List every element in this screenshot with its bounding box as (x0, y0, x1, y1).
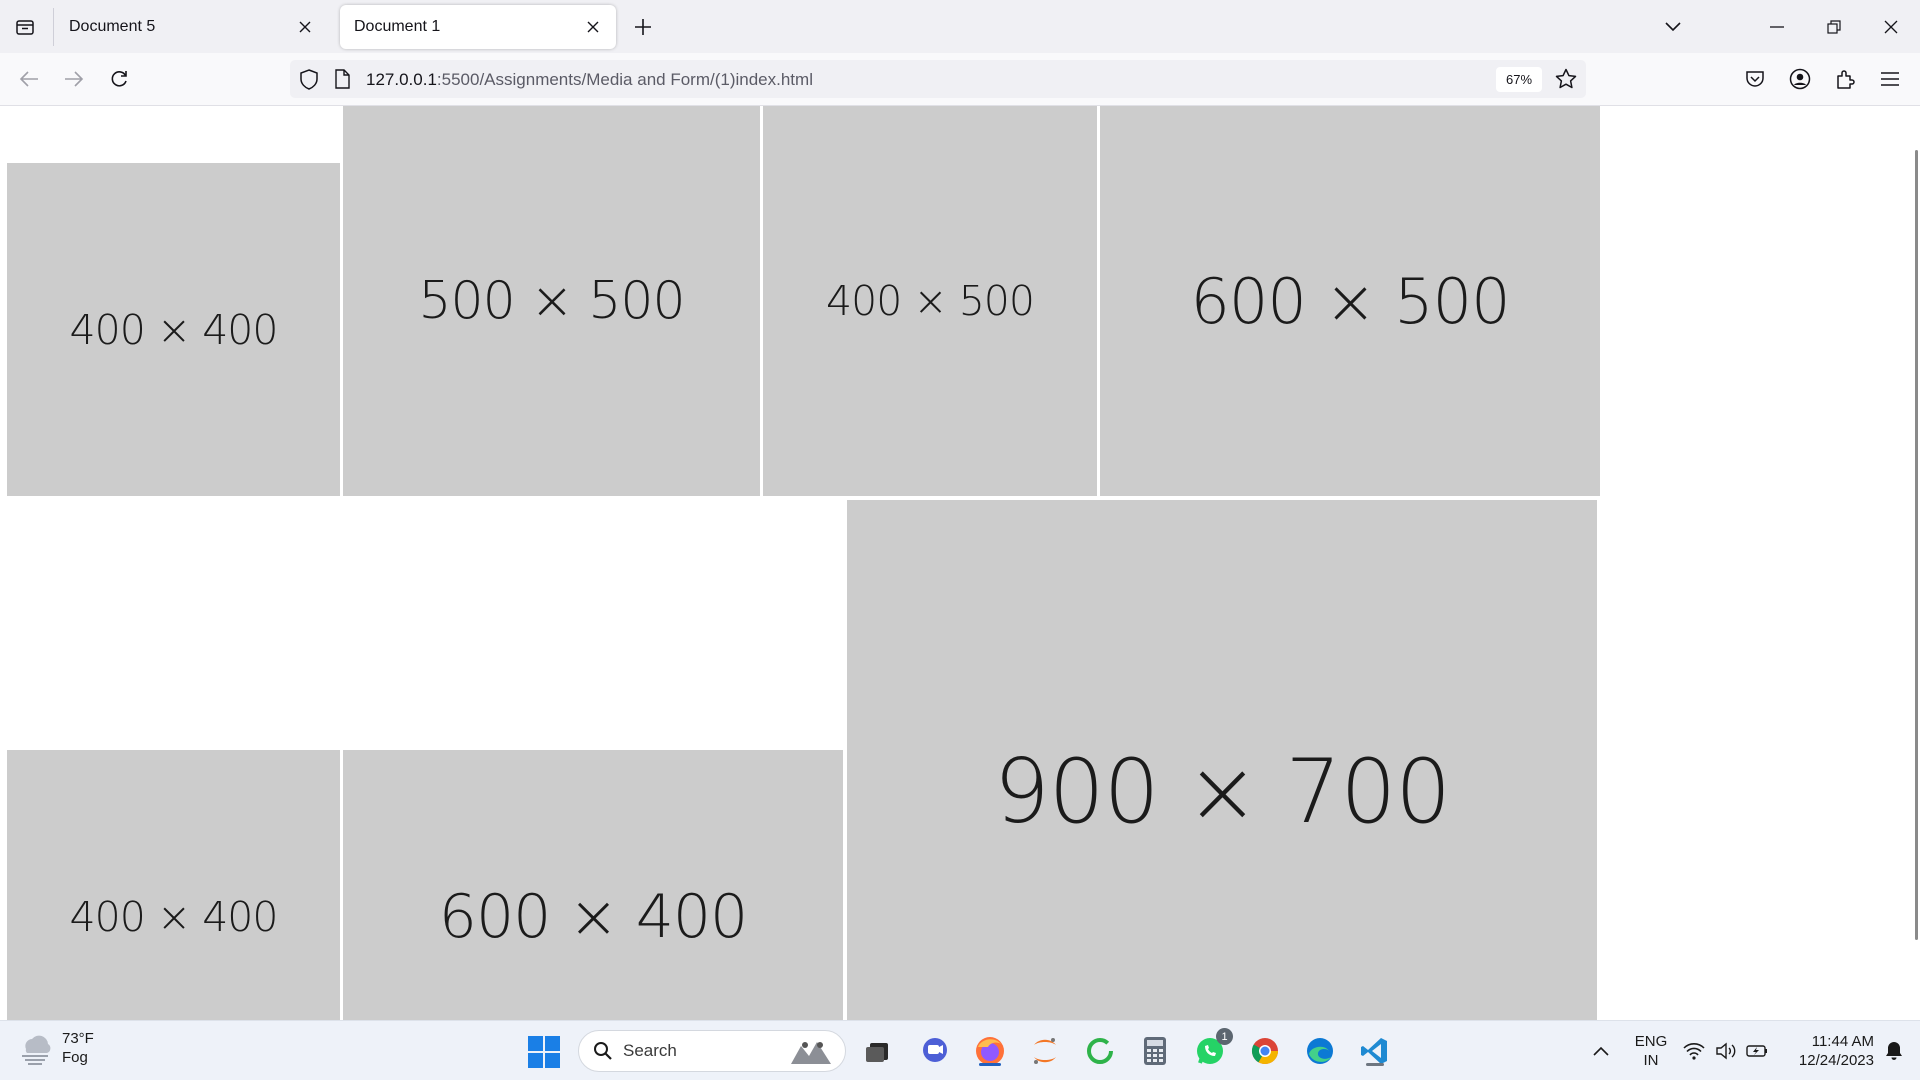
edge-icon[interactable] (1301, 1032, 1339, 1070)
scrollbar-thumb[interactable] (1915, 150, 1918, 940)
tab-document-1[interactable]: Document 1 (340, 5, 616, 49)
extensions-puzzle-icon[interactable] (1827, 61, 1863, 97)
task-view-icon[interactable] (858, 1032, 896, 1070)
clock-date: 12/24/2023 (1798, 1052, 1874, 1069)
page-info-icon[interactable] (334, 69, 350, 94)
url-bar[interactable]: 127.0.0.1:5500/Assignments/Media and For… (290, 60, 1586, 98)
list-all-tabs-chevron-icon[interactable] (1654, 8, 1692, 46)
windows-taskbar: 73°F Fog Search 1 ENG IN 11:44 AM 12/24/… (0, 1020, 1920, 1080)
jupyter-icon[interactable] (1026, 1032, 1064, 1070)
back-arrow-icon[interactable] (11, 61, 47, 97)
placeholder-image: 500 × 500 (343, 106, 760, 496)
running-app-indicator (1366, 1063, 1384, 1066)
search-highlight-icon (791, 1042, 831, 1064)
wifi-icon[interactable] (1679, 1032, 1709, 1070)
tab-manager-icon[interactable] (8, 10, 42, 44)
close-tab-icon[interactable] (294, 16, 316, 38)
notification-badge: 1 (1216, 1028, 1233, 1045)
zoom-level-button[interactable]: 67% (1496, 67, 1542, 92)
hamburger-menu-icon[interactable] (1872, 61, 1908, 97)
account-icon[interactable] (1782, 61, 1818, 97)
new-tab-button[interactable] (628, 12, 658, 42)
active-app-indicator (979, 1063, 1001, 1066)
whatsapp-icon[interactable]: 1 (1191, 1028, 1233, 1070)
clock[interactable]: 11:44 AM 12/24/2023 (1782, 1032, 1874, 1070)
notification-bell-icon[interactable] (1879, 1032, 1909, 1070)
pocket-icon[interactable] (1737, 61, 1773, 97)
placeholder-image: 600 × 400 (343, 750, 843, 1020)
reload-icon[interactable] (101, 61, 137, 97)
green-ring-app-icon[interactable] (1081, 1032, 1119, 1070)
region-code: IN (1643, 1052, 1659, 1069)
page-scrollbar[interactable] (1912, 106, 1920, 1020)
search-label: Search (623, 1041, 677, 1060)
input-language-indicator[interactable]: ENG IN (1634, 1032, 1668, 1070)
forward-arrow-icon[interactable] (56, 61, 92, 97)
bookmark-star-icon[interactable] (1555, 68, 1577, 95)
windows-start-icon[interactable] (527, 1035, 561, 1069)
search-icon (594, 1042, 612, 1060)
tracking-protection-shield-icon[interactable] (299, 69, 319, 95)
show-hidden-icons-chevron-icon[interactable] (1582, 1032, 1620, 1070)
weather-temperature: 73°F (62, 1030, 94, 1047)
firefox-icon[interactable] (971, 1032, 1009, 1070)
placeholder-image: 400 × 400 (7, 163, 340, 496)
placeholder-image: 400 × 500 (763, 106, 1097, 496)
url-host: 127.0.0.1 (366, 70, 437, 89)
placeholder-image: 400 × 400 (7, 750, 340, 1020)
tab-title: Document 5 (69, 18, 156, 35)
close-tab-icon[interactable] (582, 16, 604, 38)
restore-icon[interactable] (1815, 8, 1853, 46)
language-code: ENG (1634, 1033, 1668, 1050)
teams-chat-icon[interactable] (916, 1032, 954, 1070)
url-text[interactable]: 127.0.0.1:5500/Assignments/Media and For… (366, 70, 813, 90)
battery-icon[interactable] (1742, 1032, 1772, 1070)
volume-icon[interactable] (1711, 1032, 1741, 1070)
browser-tab-bar: Document 5 Document 1 (0, 0, 1920, 53)
placeholder-image: 900 × 700 (847, 500, 1597, 1020)
vscode-icon[interactable] (1356, 1032, 1394, 1070)
chrome-icon[interactable] (1246, 1032, 1284, 1070)
clock-time: 11:44 AM (1811, 1033, 1874, 1050)
calculator-icon[interactable] (1136, 1032, 1174, 1070)
url-path: :5500/Assignments/Media and Form/(1)inde… (436, 70, 813, 89)
tab-title: Document 1 (354, 18, 441, 35)
close-window-icon[interactable] (1872, 8, 1910, 46)
browser-nav-bar: 127.0.0.1:5500/Assignments/Media and For… (0, 53, 1920, 106)
minimize-icon[interactable] (1758, 8, 1796, 46)
taskbar-search-box[interactable]: Search (578, 1030, 846, 1072)
tab-separator (53, 8, 54, 46)
weather-condition: Fog (62, 1049, 88, 1066)
tab-document-5[interactable]: Document 5 (55, 5, 328, 49)
page-content: 400 × 400 500 × 500 400 × 500 600 × 500 … (0, 106, 1920, 1020)
placeholder-image: 600 × 500 (1100, 106, 1600, 496)
weather-widget[interactable]: 73°F Fog (18, 1029, 94, 1067)
fog-cloud-icon (22, 1035, 51, 1065)
